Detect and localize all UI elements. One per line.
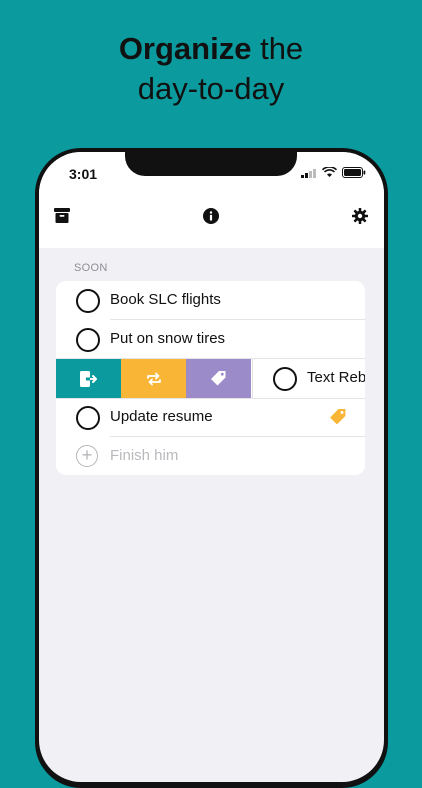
repeat-icon bbox=[146, 372, 161, 385]
headline-line-2: day-to-day bbox=[137, 71, 285, 106]
swipe-tag-button[interactable] bbox=[186, 359, 251, 398]
top-bar: 3:01 bbox=[39, 152, 384, 248]
info-icon[interactable] bbox=[203, 208, 219, 229]
wifi-icon bbox=[322, 167, 337, 177]
task-row[interactable]: Update resume bbox=[56, 398, 365, 437]
task-checkbox[interactable] bbox=[76, 328, 100, 352]
add-task-row[interactable]: + Finish him bbox=[56, 437, 365, 475]
signal-icon bbox=[301, 168, 316, 178]
tag-icon bbox=[329, 408, 347, 431]
task-label: Book SLC flights bbox=[110, 291, 221, 308]
task-list: Book SLC flights Put on snow tires Text … bbox=[56, 281, 365, 475]
status-time: 3:01 bbox=[69, 166, 98, 182]
gear-icon[interactable] bbox=[352, 208, 368, 229]
task-row-swiped[interactable]: Text Rebe bbox=[252, 359, 365, 398]
battery-icon bbox=[342, 167, 366, 178]
task-checkbox[interactable] bbox=[76, 289, 100, 313]
task-checkbox[interactable] bbox=[76, 406, 100, 430]
task-row[interactable]: Book SLC flights bbox=[56, 281, 365, 320]
swipe-archive-button[interactable] bbox=[56, 359, 121, 398]
task-checkbox[interactable] bbox=[273, 367, 297, 391]
task-label: Put on snow tires bbox=[110, 330, 226, 347]
swipe-repeat-button[interactable] bbox=[121, 359, 186, 398]
headline-rest: the bbox=[251, 31, 304, 66]
headline-bold: Organize bbox=[118, 31, 252, 66]
phone-screen: 3:01 SOON Book SLC flights Put on snow t… bbox=[39, 152, 384, 782]
add-icon[interactable]: + bbox=[76, 445, 98, 467]
task-label: Update resume bbox=[110, 408, 213, 425]
status-icons bbox=[301, 167, 366, 178]
archive-box-icon[interactable] bbox=[54, 208, 70, 228]
task-row[interactable]: Put on snow tires bbox=[56, 320, 365, 359]
tag-icon bbox=[211, 371, 226, 386]
section-title: SOON bbox=[74, 262, 108, 274]
notch bbox=[125, 152, 297, 176]
add-task-input[interactable]: Finish him bbox=[110, 447, 178, 464]
move-out-icon bbox=[79, 370, 97, 387]
task-label: Text Rebe bbox=[307, 369, 365, 386]
headline-line-1: Organize the bbox=[0, 30, 422, 68]
